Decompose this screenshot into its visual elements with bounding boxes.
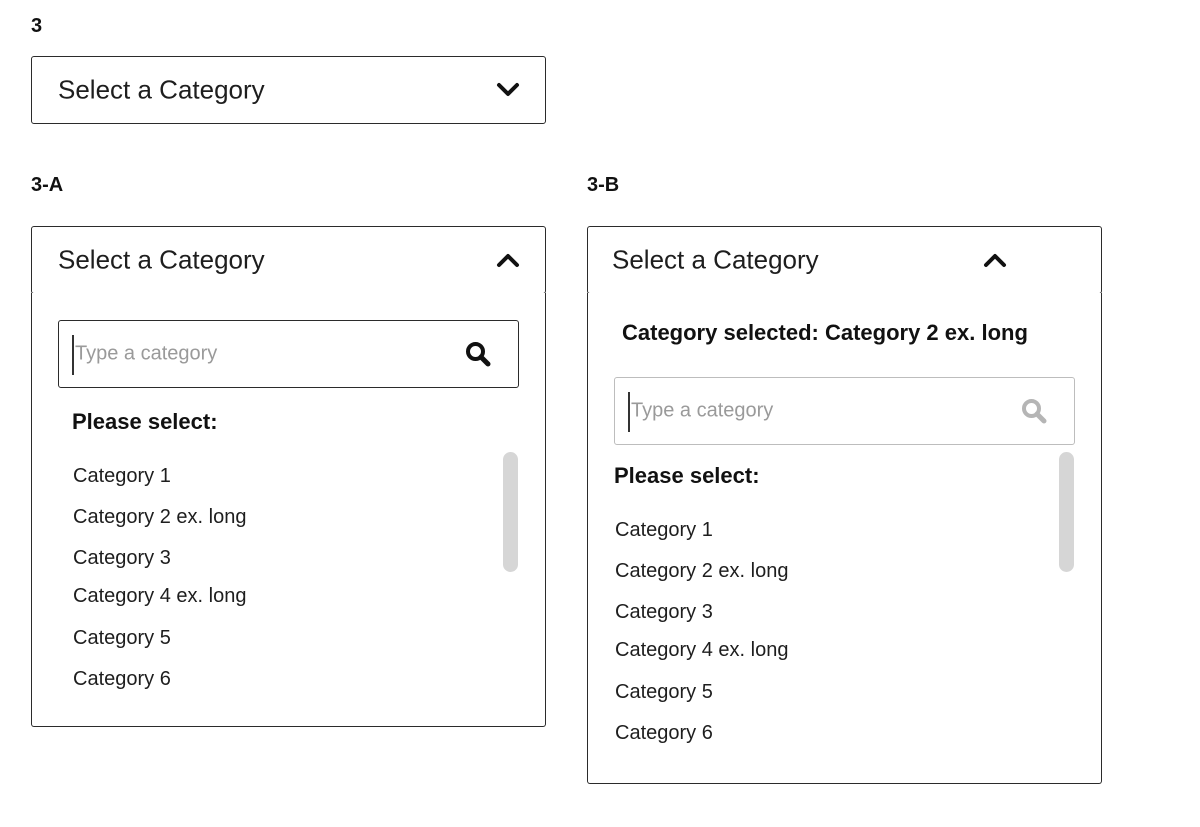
category-option[interactable]: Category 2 ex. long (615, 560, 788, 583)
category-option[interactable]: Category 6 (73, 668, 171, 691)
search-icon[interactable] (464, 340, 492, 368)
scrollbar-thumb[interactable] (1059, 452, 1074, 572)
category-option[interactable]: Category 1 (73, 465, 171, 488)
select-placeholder: Select a Category (58, 74, 265, 105)
search-placeholder: Type a category (631, 399, 774, 422)
category-option[interactable]: Category 5 (615, 681, 713, 704)
category-select-3b[interactable]: Select a Category (587, 226, 1102, 294)
select-placeholder: Select a Category (58, 244, 265, 275)
chevron-up-icon (497, 254, 519, 267)
dropdown-panel-3b: Category selected: Category 2 ex. long T… (587, 293, 1102, 784)
select-placeholder: Select a Category (612, 244, 819, 275)
please-select-label: Please select: (72, 409, 218, 434)
search-placeholder: Type a category (75, 342, 218, 365)
category-search-input[interactable]: Type a category (614, 377, 1075, 445)
variant-label-3: 3 (31, 15, 43, 37)
text-cursor (628, 392, 630, 432)
category-option[interactable]: Category 1 (615, 519, 713, 542)
text-cursor (72, 335, 74, 375)
search-icon[interactable] (1020, 397, 1048, 425)
category-select-3a[interactable]: Select a Category (31, 226, 546, 294)
category-option[interactable]: Category 3 (615, 601, 713, 624)
variant-label-3a: 3-A (31, 174, 64, 196)
chevron-up-icon (984, 254, 1006, 267)
dropdown-panel-3a: Type a category Please select: Category … (31, 293, 546, 727)
please-select-label: Please select: (614, 463, 760, 488)
selected-category-note: Category selected: Category 2 ex. long (622, 320, 1028, 345)
category-option[interactable]: Category 4 ex. long (615, 639, 788, 662)
category-search-input[interactable]: Type a category (58, 320, 519, 388)
variant-label-3b: 3-B (587, 174, 620, 196)
scrollbar-thumb[interactable] (503, 452, 518, 572)
category-select-3[interactable]: Select a Category (31, 56, 546, 124)
category-option[interactable]: Category 5 (73, 627, 171, 650)
category-option[interactable]: Category 4 ex. long (73, 585, 246, 608)
category-option[interactable]: Category 3 (73, 547, 171, 570)
chevron-down-icon (497, 83, 519, 96)
category-option[interactable]: Category 2 ex. long (73, 506, 246, 529)
category-option[interactable]: Category 6 (615, 722, 713, 745)
